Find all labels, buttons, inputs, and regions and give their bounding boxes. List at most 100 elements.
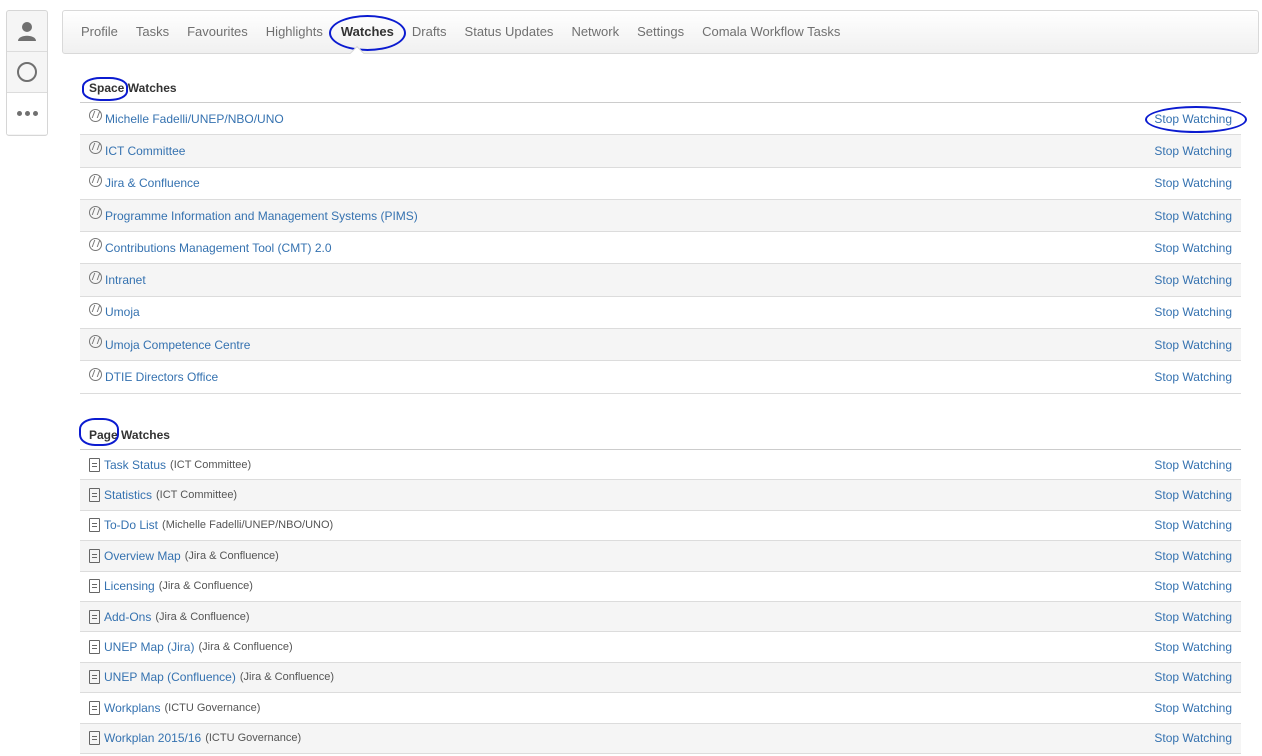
stop-watching-label: Stop Watching [1154, 609, 1232, 624]
page-link[interactable]: Workplan 2015/16 [104, 731, 201, 745]
stop-watching-link[interactable]: Stop Watching [1145, 105, 1247, 133]
space-icon [89, 335, 102, 349]
stop-watching-label: Stop Watching [1154, 208, 1232, 223]
stop-watching-link[interactable]: Stop Watching [1154, 701, 1232, 715]
space-link[interactable]: DTIE Directors Office [105, 370, 218, 384]
space-watch-row: Jira & Confluence Stop Watching [80, 168, 1241, 200]
space-link[interactable]: Jira & Confluence [105, 176, 200, 190]
stop-watching-link[interactable]: Stop Watching [1154, 731, 1232, 745]
space-icon [89, 109, 102, 123]
tab-network[interactable]: Network [571, 22, 619, 42]
space-link[interactable]: Intranet [105, 273, 146, 287]
space-link[interactable]: Michelle Fadelli/UNEP/NBO/UNO [105, 112, 284, 126]
tab-profile[interactable]: Profile [81, 22, 118, 42]
stop-watching-link[interactable]: Stop Watching [1154, 640, 1232, 654]
space-link[interactable]: Programme Information and Management Sys… [105, 209, 418, 223]
page-icon [89, 548, 100, 563]
stop-watching-link[interactable]: Stop Watching [1154, 209, 1232, 223]
page-space-context: (Jira & Confluence) [239, 671, 334, 684]
space-watch-row: Umoja Competence Centre Stop Watching [80, 329, 1241, 362]
annotation-circle [328, 15, 406, 51]
stop-watching-label: Stop Watching [1154, 457, 1232, 472]
space-watch-item: DTIE Directors Office [89, 367, 218, 384]
page-link[interactable]: UNEP Map (Confluence) [104, 670, 236, 684]
page-link[interactable]: Task Status [104, 458, 166, 472]
stop-watching-label: Stop Watching [1154, 488, 1232, 503]
stop-watching-link[interactable]: Stop Watching [1154, 579, 1232, 593]
tab-comala-workflow-tasks[interactable]: Comala Workflow Tasks [702, 22, 840, 42]
page-icon [89, 457, 100, 472]
page-watches-section: Page Watches Task Status (ICT Committee)… [79, 418, 1241, 754]
stop-watching-link[interactable]: Stop Watching [1154, 610, 1232, 624]
page-link[interactable]: UNEP Map (Jira) [104, 640, 194, 654]
page-link[interactable]: Workplans [104, 701, 160, 715]
stop-watching-label: Stop Watching [1154, 518, 1232, 533]
tab-tasks[interactable]: Tasks [136, 22, 169, 42]
page-link[interactable]: Licensing [104, 579, 155, 593]
profile-nav: Profile Tasks Favourites Highlights Watc… [62, 10, 1259, 54]
tab-favourites[interactable]: Favourites [187, 22, 248, 42]
page-space-context: (ICTU Governance) [164, 701, 261, 714]
stop-watching-link[interactable]: Stop Watching [1154, 273, 1232, 287]
space-watch-row: ICT Committee Stop Watching [80, 135, 1241, 168]
stop-watching-link[interactable]: Stop Watching [1154, 241, 1232, 255]
user-icon[interactable] [7, 11, 47, 52]
stop-watching-link[interactable]: Stop Watching [1154, 488, 1232, 502]
stop-watching-link[interactable]: Stop Watching [1154, 670, 1232, 684]
circle-icon[interactable] [7, 52, 47, 93]
page-icon [89, 609, 100, 624]
page-icon [89, 700, 100, 715]
space-watch-item: Michelle Fadelli/UNEP/NBO/UNO [89, 109, 284, 126]
page-link[interactable]: To-Do List [104, 518, 158, 532]
page-icon [89, 731, 100, 746]
stop-watching-link[interactable]: Stop Watching [1154, 176, 1232, 190]
tab-highlights[interactable]: Highlights [266, 22, 323, 42]
page-icon [89, 488, 100, 503]
stop-watching-label: Stop Watching [1154, 548, 1232, 563]
stop-watching-label: Stop Watching [1154, 273, 1232, 288]
annotation-circle [79, 418, 119, 446]
space-icon [89, 238, 102, 252]
stop-watching-label: Stop Watching [1154, 700, 1232, 715]
page-icon [89, 670, 100, 685]
stop-watching-link[interactable]: Stop Watching [1154, 370, 1232, 384]
tab-watches[interactable]: Watches [328, 15, 406, 51]
page-watch-row: UNEP Map (Jira) (Jira & Confluence) Stop… [80, 632, 1241, 663]
stop-watching-link[interactable]: Stop Watching [1154, 549, 1232, 563]
more-icon[interactable] [7, 93, 47, 134]
space-icon [89, 173, 102, 187]
page-watch-item: Overview Map (Jira & Confluence) [89, 548, 279, 563]
space-link[interactable]: Contributions Management Tool (CMT) 2.0 [105, 241, 332, 255]
page-link[interactable]: Statistics [104, 488, 152, 502]
stop-watching-link[interactable]: Stop Watching [1154, 338, 1232, 352]
profile-sidebar [6, 10, 48, 136]
page-link[interactable]: Add-Ons [104, 610, 151, 624]
space-link[interactable]: Umoja Competence Centre [105, 338, 250, 352]
stop-watching-link[interactable]: Stop Watching [1154, 458, 1232, 472]
page-watch-item: Licensing (Jira & Confluence) [89, 579, 253, 594]
page-watch-row: Statistics (ICT Committee) Stop Watching [80, 480, 1241, 511]
space-watches-heading: Space Watches [80, 77, 1241, 103]
stop-watching-link[interactable]: Stop Watching [1154, 305, 1232, 319]
tab-status-updates[interactable]: Status Updates [465, 22, 554, 42]
page-icon [89, 640, 100, 655]
page-watch-item: Statistics (ICT Committee) [89, 488, 238, 503]
tab-settings[interactable]: Settings [637, 22, 684, 42]
page-watch-list: Task Status (ICT Committee) Stop Watchin… [80, 450, 1241, 754]
stop-watching-label: Stop Watching [1154, 240, 1232, 255]
space-watch-item: Jira & Confluence [89, 173, 200, 190]
stop-watching-link[interactable]: Stop Watching [1154, 518, 1232, 532]
page-space-context: (ICT Committee) [156, 489, 238, 502]
page-link[interactable]: Overview Map [104, 549, 181, 563]
space-link[interactable]: ICT Committee [105, 144, 185, 158]
space-link[interactable]: Umoja [105, 305, 140, 319]
space-watch-row: Michelle Fadelli/UNEP/NBO/UNO Stop Watch… [80, 103, 1247, 136]
page-space-context: (Jira & Confluence) [184, 549, 279, 562]
page-space-context: (Jira & Confluence) [198, 641, 293, 654]
stop-watching-link[interactable]: Stop Watching [1154, 144, 1232, 158]
space-watch-item: Contributions Management Tool (CMT) 2.0 [89, 238, 332, 255]
tab-drafts[interactable]: Drafts [412, 22, 447, 42]
page-space-context: (ICT Committee) [170, 458, 252, 471]
stop-watching-label: Stop Watching [1154, 143, 1232, 158]
space-watch-row: Contributions Management Tool (CMT) 2.0 … [80, 232, 1241, 265]
